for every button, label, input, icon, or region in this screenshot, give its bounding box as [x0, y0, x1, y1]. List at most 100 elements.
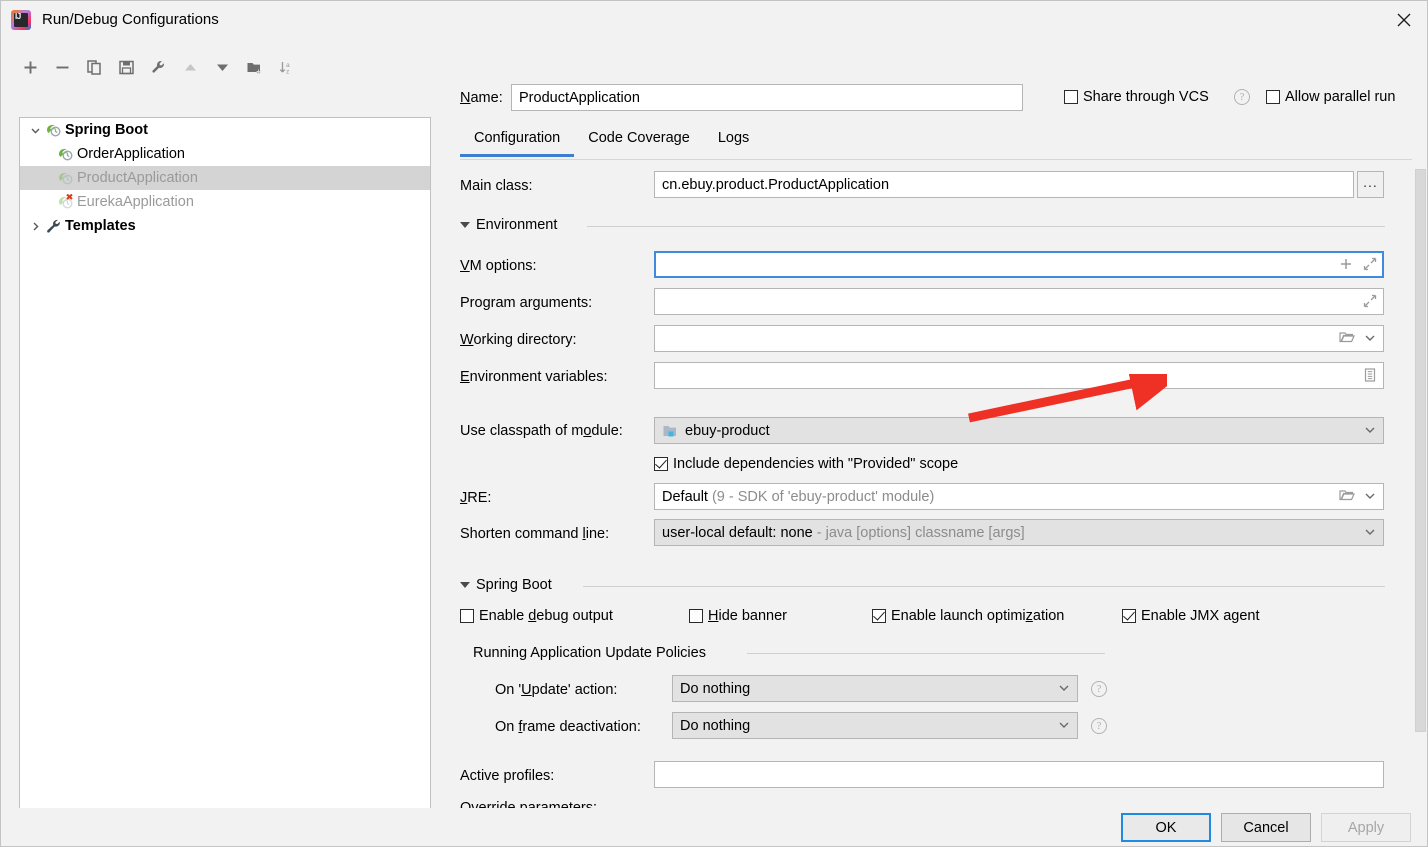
- spring-boot-section-header[interactable]: Spring Boot: [460, 577, 552, 593]
- shorten-command-line-value: user-local default: none: [662, 525, 813, 541]
- chevron-down-icon[interactable]: [1364, 489, 1376, 505]
- main-class-browse-button[interactable]: ...: [1357, 171, 1384, 198]
- tab-divider: [460, 159, 1412, 160]
- chevron-down-icon[interactable]: [1058, 681, 1070, 697]
- environment-variables-input[interactable]: [654, 362, 1384, 389]
- wrench-icon[interactable]: [143, 52, 174, 82]
- vm-options-expand-icon[interactable]: [1363, 257, 1377, 274]
- allow-parallel-run-checkbox[interactable]: Allow parallel run: [1266, 89, 1395, 105]
- on-update-action-value: Do nothing: [680, 681, 750, 697]
- sort-alpha-icon[interactable]: a z: [271, 52, 302, 82]
- jre-dropdown[interactable]: Default (9 - SDK of 'ebuy-product' modul…: [654, 483, 1384, 510]
- arrow-up-icon[interactable]: [175, 52, 206, 82]
- folder-icon[interactable]: [1339, 488, 1355, 506]
- chevron-right-icon[interactable]: [26, 214, 44, 238]
- hide-banner-label: Hide banner: [708, 608, 787, 624]
- section-divider: [587, 226, 1385, 227]
- spring-boot-icon: [56, 146, 76, 162]
- arrow-down-icon[interactable]: [207, 52, 238, 82]
- cancel-button[interactable]: Cancel: [1221, 813, 1311, 842]
- update-policies-section-label: Running Application Update Policies: [473, 645, 706, 661]
- shorten-command-line-label: Shorten command line:: [460, 526, 609, 542]
- working-directory-input[interactable]: [654, 325, 1384, 352]
- spring-boot-icon: [56, 170, 76, 186]
- jre-label: JRE:: [460, 490, 491, 506]
- hide-banner-checkbox[interactable]: Hide banner: [689, 608, 787, 624]
- share-through-vcs-checkbox[interactable]: Share through VCS: [1064, 89, 1209, 105]
- environment-variables-label: Environment variables:: [460, 369, 608, 385]
- vm-options-input[interactable]: [654, 251, 1384, 278]
- configurations-tree[interactable]: Spring Boot OrderApplication: [19, 117, 431, 831]
- tree-node-label: EurekaApplication: [77, 194, 194, 210]
- tree-node-eureka-application[interactable]: EurekaApplication: [20, 190, 430, 214]
- program-arguments-expand-icon[interactable]: [1363, 294, 1377, 311]
- dialog-title: Run/Debug Configurations: [42, 11, 219, 28]
- on-update-action-label: On 'Update' action:: [495, 682, 617, 698]
- copy-icon[interactable]: [79, 52, 110, 82]
- environment-section-header[interactable]: Environment: [460, 217, 557, 233]
- chevron-down-icon[interactable]: [1364, 331, 1376, 347]
- enable-jmx-agent-label: Enable JMX agent: [1141, 608, 1260, 624]
- active-profiles-input[interactable]: [654, 761, 1384, 788]
- tab-logs[interactable]: Logs: [704, 126, 763, 157]
- chevron-down-icon[interactable]: [26, 118, 44, 142]
- tree-toolbar: a z: [15, 50, 302, 84]
- include-provided-scope-checkbox[interactable]: Include dependencies with "Provided" sco…: [654, 456, 958, 472]
- checkbox-box: [689, 609, 703, 623]
- spring-boot-error-icon: [56, 194, 76, 210]
- ok-button[interactable]: OK: [1121, 813, 1211, 842]
- environment-section-label: Environment: [476, 217, 557, 233]
- on-frame-deactivation-help-icon[interactable]: ?: [1091, 718, 1107, 734]
- dialog-title-bar: IJ Run/Debug Configurations: [1, 1, 1427, 38]
- tree-node-label: Spring Boot: [65, 122, 148, 138]
- on-update-action-dropdown[interactable]: Do nothing: [672, 675, 1078, 702]
- tree-node-product-application[interactable]: ProductApplication: [20, 166, 430, 190]
- enable-launch-optimization-checkbox[interactable]: Enable launch optimization: [872, 608, 1064, 624]
- enable-debug-output-label: Enable debug output: [479, 608, 613, 624]
- checkbox-box: [1122, 609, 1136, 623]
- chevron-down-icon[interactable]: [1364, 423, 1376, 439]
- tree-node-order-application[interactable]: OrderApplication: [20, 142, 430, 166]
- tab-code-coverage[interactable]: Code Coverage: [574, 126, 704, 157]
- chevron-down-icon[interactable]: [1058, 718, 1070, 734]
- share-vcs-help-icon[interactable]: ?: [1234, 89, 1250, 105]
- working-directory-label: Working directory:: [460, 332, 577, 348]
- on-frame-deactivation-value: Do nothing: [680, 718, 750, 734]
- save-icon[interactable]: [111, 52, 142, 82]
- allow-parallel-run-label: Allow parallel run: [1285, 89, 1395, 105]
- chevron-down-icon[interactable]: [1364, 525, 1376, 541]
- tree-node-spring-boot[interactable]: Spring Boot: [20, 118, 430, 142]
- main-class-input[interactable]: [654, 171, 1354, 198]
- checkbox-box: [1064, 90, 1078, 104]
- enable-jmx-agent-checkbox[interactable]: Enable JMX agent: [1122, 608, 1260, 624]
- svg-text:z: z: [286, 68, 289, 75]
- dialog-button-bar: OK Cancel Apply: [1, 808, 1427, 846]
- name-label: Name:: [460, 90, 503, 106]
- close-icon[interactable]: [1381, 1, 1427, 38]
- enable-launch-optimization-label: Enable launch optimization: [891, 608, 1064, 624]
- on-frame-deactivation-dropdown[interactable]: Do nothing: [672, 712, 1078, 739]
- use-classpath-value: ebuy-product: [685, 423, 770, 439]
- folder-icon[interactable]: [1339, 330, 1355, 348]
- wrench-icon: [44, 218, 64, 234]
- checkbox-box: [654, 457, 668, 471]
- name-input[interactable]: [511, 84, 1023, 111]
- remove-configuration-button[interactable]: [47, 52, 78, 82]
- tree-node-templates[interactable]: Templates: [20, 214, 430, 238]
- active-profiles-label: Active profiles:: [460, 768, 554, 784]
- vm-options-macro-plus-icon[interactable]: [1339, 257, 1353, 274]
- use-classpath-dropdown[interactable]: ebuy-product: [654, 417, 1384, 444]
- editor-tabs: Configuration Code Coverage Logs: [460, 126, 763, 160]
- tree-node-label: Templates: [65, 218, 136, 234]
- enable-debug-output-checkbox[interactable]: Enable debug output: [460, 608, 613, 624]
- list-edit-icon[interactable]: [1363, 368, 1377, 385]
- on-update-action-help-icon[interactable]: ?: [1091, 681, 1107, 697]
- main-class-label: Main class:: [460, 178, 533, 194]
- folder-add-icon[interactable]: [239, 52, 270, 82]
- spring-boot-icon: [44, 122, 64, 138]
- add-configuration-button[interactable]: [15, 52, 46, 82]
- program-arguments-input[interactable]: [654, 288, 1384, 315]
- tab-configuration[interactable]: Configuration: [460, 126, 574, 157]
- override-parameters-label: Override parameters:: [460, 800, 597, 808]
- shorten-command-line-dropdown[interactable]: user-local default: none - java [options…: [654, 519, 1384, 546]
